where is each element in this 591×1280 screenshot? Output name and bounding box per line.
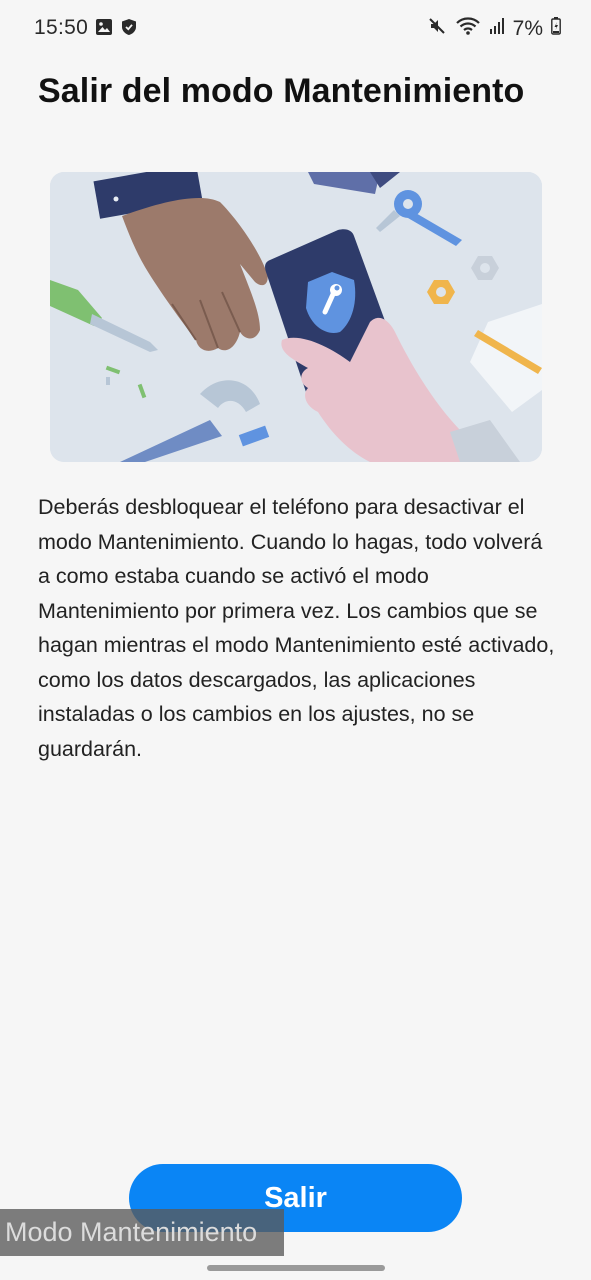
mode-overlay-label: Modo Mantenimiento	[0, 1209, 284, 1256]
description-text: Deberás desbloquear el teléfono para des…	[38, 495, 555, 761]
status-right-icons: 7%	[427, 16, 561, 41]
maintenance-illustration	[50, 172, 542, 462]
signal-icon	[489, 17, 505, 40]
battery-percent: 7%	[512, 16, 543, 40]
wifi-icon	[455, 16, 481, 41]
gallery-icon	[95, 18, 113, 41]
status-time: 15:50	[34, 16, 89, 39]
gesture-nav-handle[interactable]	[207, 1265, 385, 1271]
status-bar: 15:50 7%	[0, 0, 591, 56]
status-left-icons	[95, 18, 137, 41]
shield-icon	[121, 18, 137, 41]
mute-icon	[427, 16, 447, 41]
page-title: Salir del modo Mantenimiento	[38, 72, 525, 110]
battery-icon	[551, 17, 561, 40]
